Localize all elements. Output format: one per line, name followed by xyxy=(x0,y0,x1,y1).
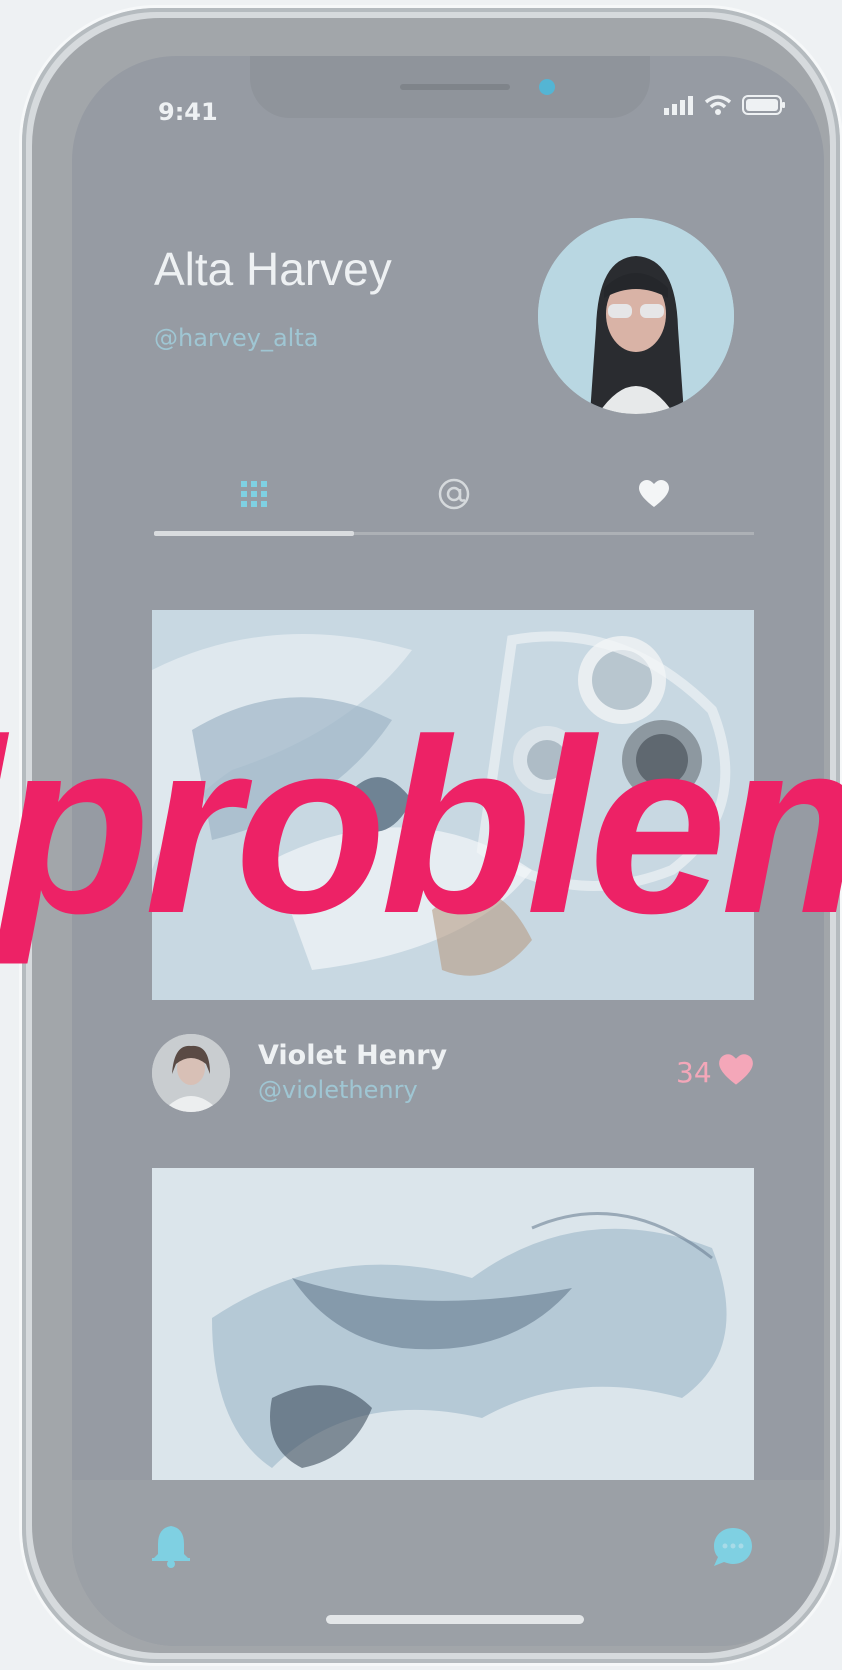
tab-grid[interactable] xyxy=(154,466,354,526)
heart-icon xyxy=(638,480,670,512)
tab-likes[interactable] xyxy=(554,466,754,526)
home-indicator xyxy=(326,1615,584,1624)
profile-handle[interactable]: @harvey_alta xyxy=(154,324,318,352)
bell-icon xyxy=(152,1526,190,1572)
like-count: 34 xyxy=(676,1056,712,1089)
like-button[interactable] xyxy=(718,1054,754,1090)
at-sign-icon xyxy=(437,477,471,515)
signal-icon xyxy=(664,95,694,115)
status-time: 9:41 xyxy=(158,98,218,126)
post-image[interactable] xyxy=(152,1168,754,1480)
page: 9:41 Alta Harvey @harvey_alta Violet Hen… xyxy=(0,0,842,1670)
speaker xyxy=(400,84,510,90)
author-avatar[interactable] xyxy=(152,1034,230,1112)
overlay-text: lproblem xyxy=(0,687,842,965)
grid-icon xyxy=(240,480,268,512)
camera-dot xyxy=(539,79,555,95)
wifi-icon xyxy=(704,94,732,116)
notch xyxy=(250,56,650,118)
author-handle[interactable]: @violethenry xyxy=(258,1076,418,1104)
tab-mentions[interactable] xyxy=(354,466,554,526)
profile-name: Alta Harvey xyxy=(154,243,392,295)
messages-button[interactable] xyxy=(712,1526,754,1572)
notifications-button[interactable] xyxy=(152,1524,190,1572)
heart-icon xyxy=(718,1054,754,1090)
profile-avatar[interactable] xyxy=(538,218,734,414)
tab-active-indicator xyxy=(154,531,354,536)
battery-icon xyxy=(742,94,786,116)
profile-tabs xyxy=(154,466,754,546)
chat-icon xyxy=(712,1528,754,1572)
status-icons xyxy=(664,94,786,116)
author-name[interactable]: Violet Henry xyxy=(258,1040,447,1071)
